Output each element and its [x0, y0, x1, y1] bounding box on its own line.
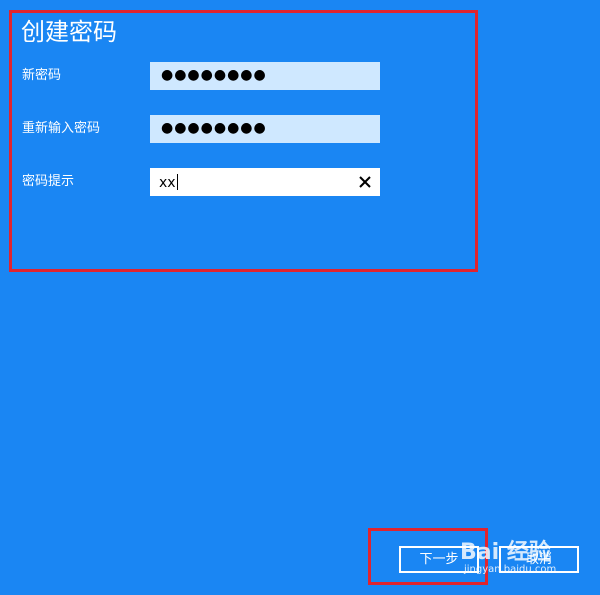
close-icon[interactable]	[357, 174, 373, 190]
reenter-password-field[interactable]: ●●●●●●●●	[150, 115, 380, 143]
reenter-password-value: ●●●●●●●●	[161, 120, 267, 136]
reenter-password-label: 重新输入密码	[22, 121, 101, 136]
new-password-field[interactable]: ●●●●●●●●	[150, 62, 380, 90]
text-caret	[176, 174, 178, 190]
password-hint-label: 密码提示	[22, 174, 75, 189]
cancel-button[interactable]: 取消	[499, 546, 579, 573]
password-hint-field[interactable]: xx	[150, 168, 380, 196]
password-hint-value: xx	[159, 175, 176, 191]
new-password-label: 新密码	[22, 68, 62, 83]
page-title: 创建密码	[21, 18, 117, 46]
password-hint-value-wrap: xx	[159, 174, 178, 192]
next-button[interactable]: 下一步	[399, 546, 479, 573]
new-password-value: ●●●●●●●●	[161, 67, 267, 83]
